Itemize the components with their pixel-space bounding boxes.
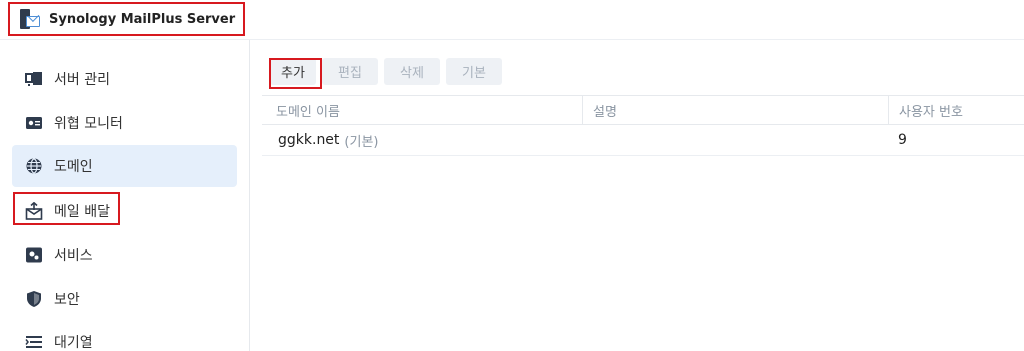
- set-default-button[interactable]: 기본: [446, 58, 502, 85]
- sidebar-item-queue[interactable]: 대기열: [12, 321, 237, 351]
- sidebar-item-label: 보안: [54, 292, 80, 308]
- server-icon: [25, 70, 43, 88]
- domain-highlight-box: [13, 192, 120, 225]
- domain-table: 도메인 이름 설명 사용자 번호 ggkk.net (기본) 9: [262, 95, 1024, 156]
- sidebar-item-label: 서비스: [54, 248, 93, 264]
- services-icon: [25, 246, 43, 264]
- table-row[interactable]: ggkk.net (기본) 9: [262, 125, 1024, 156]
- domain-cell: ggkk.net (기본): [278, 125, 379, 155]
- sidebar-item-security[interactable]: 보안: [12, 278, 237, 320]
- domain-name: ggkk.net: [278, 132, 340, 148]
- sidebar-item-label: 도메인: [54, 159, 93, 175]
- user-count-cell: 9: [898, 132, 907, 148]
- sidebar-item-label: 위협 모니터: [54, 116, 123, 132]
- column-header-description[interactable]: 설명: [582, 96, 888, 125]
- mailplus-logo-icon: [20, 9, 40, 29]
- mailplus-window: Synology MailPlus Server 서버 관리 위협 모니터 도메…: [0, 0, 1024, 351]
- app-title-area: Synology MailPlus Server: [8, 2, 245, 36]
- add-button[interactable]: 추가: [270, 58, 316, 85]
- sidebar-item-services[interactable]: 서비스: [12, 234, 237, 276]
- title-bar: Synology MailPlus Server: [0, 0, 1024, 40]
- table-header: 도메인 이름 설명 사용자 번호: [262, 95, 1024, 125]
- shield-icon: [25, 290, 43, 308]
- sidebar-item-domain[interactable]: 도메인: [12, 145, 237, 187]
- column-header-user-count[interactable]: 사용자 번호: [888, 96, 1024, 125]
- sidebar-item-label: 대기열: [54, 335, 93, 351]
- toolbar: 추가 편집 삭제 기본: [270, 58, 502, 88]
- column-header-domain-name[interactable]: 도메인 이름: [266, 96, 582, 125]
- sidebar-item-label: 서버 관리: [54, 72, 110, 88]
- delete-button[interactable]: 삭제: [384, 58, 440, 85]
- queue-icon: [25, 333, 43, 351]
- default-tag: (기본): [344, 134, 379, 150]
- app-title: Synology MailPlus Server: [49, 11, 236, 27]
- sidebar-item-threat-monitor[interactable]: 위협 모니터: [12, 102, 237, 144]
- globe-icon: [25, 157, 43, 175]
- sidebar-item-server-management[interactable]: 서버 관리: [12, 58, 237, 100]
- edit-button[interactable]: 편집: [322, 58, 378, 85]
- sidebar: 서버 관리 위협 모니터 도메인 메일 배달 서비스 보안 대기열: [0, 40, 250, 351]
- monitor-icon: [25, 114, 43, 132]
